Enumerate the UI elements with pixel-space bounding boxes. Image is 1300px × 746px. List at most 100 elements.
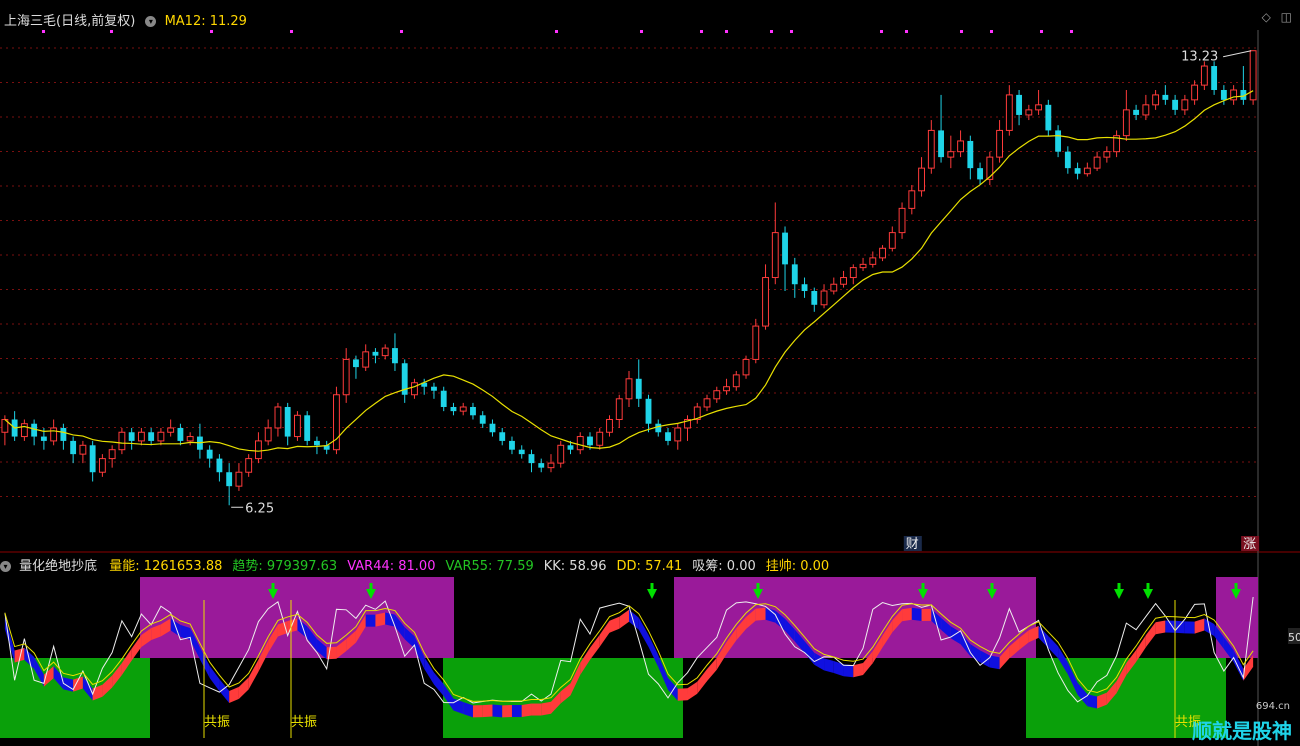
buy-arrow-stem	[650, 583, 654, 590]
candle-body	[606, 418, 613, 433]
buy-arrow-stem	[990, 583, 994, 590]
trend-ribbon	[824, 658, 834, 673]
signal-dot	[790, 30, 793, 33]
candle-body	[108, 449, 116, 460]
candle-body	[782, 232, 788, 265]
candle-body	[879, 247, 886, 259]
marker-zhang: 涨	[1243, 537, 1256, 552]
candle-body	[1133, 109, 1140, 115]
candle-body	[362, 351, 370, 368]
watermark-url: 694.cn	[1255, 701, 1290, 712]
candle-body	[431, 386, 437, 391]
diamond-icon[interactable]: ◇	[1262, 10, 1271, 24]
candle-body	[977, 168, 983, 180]
candle-body	[333, 394, 340, 451]
high-arrow	[1223, 50, 1252, 58]
candle-body	[509, 440, 515, 450]
trend-ribbon	[687, 681, 698, 701]
candle-body	[1103, 151, 1111, 158]
ma12-label: MA12:	[164, 14, 206, 29]
candle-body	[128, 432, 135, 441]
candle-body	[450, 406, 457, 412]
trend-ribbon	[911, 607, 922, 621]
candle-body	[1064, 151, 1071, 169]
candle-body	[927, 129, 935, 169]
candle-body	[440, 390, 447, 407]
candle-body	[148, 432, 155, 441]
candle-body	[996, 129, 1003, 158]
trend-ribbon	[238, 677, 249, 699]
candle-body	[60, 427, 67, 441]
candle-body	[1220, 89, 1227, 100]
window-toggle-icon[interactable]: ◫	[1281, 10, 1292, 24]
candle-body	[381, 347, 389, 357]
trend-ribbon	[492, 704, 503, 718]
candle-body	[79, 444, 87, 455]
signal-dot	[880, 30, 883, 33]
trend-ribbon	[433, 672, 444, 697]
buy-arrow-stem	[1146, 583, 1150, 590]
trend-ribbon	[833, 660, 844, 677]
candle-body	[967, 140, 974, 169]
indicator-dropdown-icon[interactable]: ▾	[0, 561, 11, 572]
dropdown-circle-icon[interactable]: ▾	[145, 16, 157, 27]
indicator-header: ▾ 量化绝地抄底 量能: 1261653.88 趋势: 979397.63 VAR4…	[0, 555, 839, 574]
candle-body	[1181, 99, 1189, 111]
candle-body	[499, 432, 506, 441]
resonance-label: 共振	[204, 715, 230, 730]
panel-controls: ◇ ◫	[1262, 10, 1292, 24]
indicator-value-2: VAR44: 81.00	[347, 559, 436, 574]
buy-arrow	[647, 589, 657, 599]
candle-body	[518, 449, 525, 455]
signal-dot	[555, 30, 558, 33]
candle-body	[957, 140, 964, 153]
candle-body	[742, 358, 750, 376]
candle-body	[791, 264, 798, 285]
candle-body	[576, 436, 584, 451]
trend-ribbon	[677, 688, 688, 701]
buy-arrow-stem	[369, 583, 373, 590]
signal-dot	[770, 30, 773, 33]
trend-ribbon	[609, 616, 620, 633]
buy-arrow-stem	[1117, 583, 1121, 590]
signal-dot	[210, 30, 213, 33]
candle-body	[392, 348, 398, 364]
buy-arrow-stem	[756, 583, 760, 590]
candle-body	[674, 427, 682, 442]
candle-body	[1152, 94, 1160, 106]
indicator-value-6: 吸筹: 0.00	[692, 559, 756, 574]
candle-body	[226, 472, 233, 487]
candle-body	[50, 427, 58, 442]
candle-body	[859, 263, 867, 269]
signal-dot	[1040, 30, 1043, 33]
high-label: 13.23	[1181, 50, 1218, 65]
candle-body	[89, 445, 96, 473]
candle-body	[849, 267, 857, 279]
candle-body	[353, 359, 359, 368]
candle-body	[567, 445, 574, 450]
candle-body	[167, 427, 175, 433]
buy-arrow	[1114, 589, 1124, 599]
candle-body	[528, 454, 535, 464]
signal-dot	[110, 30, 113, 33]
candle-body	[635, 378, 642, 399]
candle-body	[235, 471, 243, 487]
candle-body	[1045, 104, 1052, 131]
candle-body	[732, 374, 740, 388]
candle-body	[157, 431, 165, 442]
candle-body	[20, 423, 28, 438]
trend-ribbon	[482, 704, 493, 718]
candle-body	[1005, 94, 1013, 131]
trend-ribbon	[531, 703, 542, 716]
trend-ribbon	[511, 705, 522, 718]
candle-body	[938, 130, 944, 158]
candle-body	[342, 358, 350, 396]
candle-body	[1083, 167, 1091, 175]
trend-ribbon	[131, 635, 142, 661]
candle-body	[830, 283, 838, 292]
trend-ribbon	[229, 686, 239, 703]
candle-body	[1035, 104, 1043, 111]
candle-body	[645, 398, 652, 424]
trend-ribbon	[375, 612, 386, 627]
main-panel-header: 上海三毛(日线,前复权) ▾ MA12: 11.29	[4, 10, 247, 29]
